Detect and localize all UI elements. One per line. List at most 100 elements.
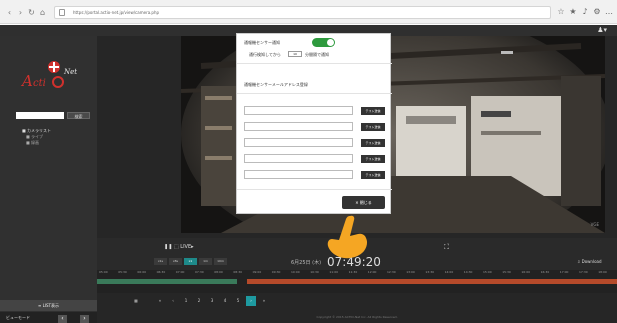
timeline-tick: 17:00: [559, 270, 569, 274]
timeline-tick: 11:00: [329, 270, 339, 274]
timeline-tick: 10:00: [291, 270, 300, 274]
extension-icon[interactable]: ♪: [580, 7, 590, 17]
speed-button[interactable]: x8s: [169, 258, 182, 265]
reload-icon[interactable]: ↻: [27, 8, 36, 17]
timeline-tick: 09:00: [252, 270, 262, 274]
tree-item-recording[interactable]: ■ 録画: [22, 140, 51, 146]
timeline-tick: 08:00: [214, 270, 223, 274]
timeline-tick: 11:30: [348, 270, 358, 274]
timeline-tick: 09:30: [271, 270, 281, 274]
timeline-tick: 16:00: [521, 270, 531, 274]
svg-text:A: A: [20, 72, 33, 90]
page-button[interactable]: 5: [233, 296, 243, 306]
timeline-tick: 06:00: [137, 270, 147, 274]
timeline-tick: 06:30: [156, 270, 166, 274]
grid-icon[interactable]: ▦: [131, 296, 141, 306]
timeline-tick: 13:00: [406, 270, 415, 274]
page-button[interactable]: »: [259, 296, 269, 306]
camera-id-label: VGE: [590, 222, 599, 227]
close-button[interactable]: ✕ 閉じる: [342, 196, 385, 209]
timeline-tick: 05:00: [99, 270, 108, 274]
notification-settings-modal: 通報機センサー通知 通行検知してから 10 分間隔で通知 通報機センサーメールア…: [236, 33, 392, 214]
test-send-button[interactable]: テスト送信: [361, 139, 385, 147]
browser-toolbar: ‹ › ↻ ⌂ https://portal.actio-net.jp/view…: [0, 0, 617, 24]
timeline-tick: 15:30: [502, 270, 511, 274]
timeline-tick: 14:30: [463, 270, 473, 274]
more-icon[interactable]: …: [604, 7, 614, 17]
settings-icon[interactable]: ⚙: [592, 7, 602, 17]
modal-title: 通報機センサー通知: [244, 40, 280, 45]
bookmark-icon[interactable]: ☆: [556, 7, 566, 17]
lock-icon: [59, 9, 65, 16]
timeline-tick: 05:30: [118, 270, 127, 274]
next-icon[interactable]: ›: [80, 315, 89, 323]
timeline-tick: 17:30: [579, 270, 588, 274]
speed-button-active[interactable]: x1: [184, 258, 197, 265]
play-pause-live[interactable]: ❚❚ ⬚ LIVE▸: [164, 244, 194, 250]
speed-button[interactable]: 1m: [199, 258, 212, 265]
timeline-tick: 07:30: [195, 270, 204, 274]
email-field-1[interactable]: [244, 106, 353, 115]
delay-select[interactable]: 10: [288, 51, 302, 57]
toggle-knob: [327, 39, 334, 46]
email-field-2[interactable]: [244, 122, 353, 131]
svg-text:cti: cti: [33, 78, 46, 89]
search-button[interactable]: 検索: [67, 112, 90, 119]
sidebar: A cti Net 検索 ■ カメラリスト ■ ライブ ■ 録画 ≡ LIST表…: [0, 36, 97, 323]
timeline-ticks: 05:00 05:30 06:00 06:30 07:00 07:30 08:00 08:30…: [97, 270, 617, 276]
email-field-3[interactable]: [244, 138, 353, 147]
timeline-tick: 15:00: [483, 270, 492, 274]
page-button[interactable]: 2: [194, 296, 204, 306]
pointing-hand-icon: [327, 215, 368, 259]
camera-tree: ■ カメラリスト ■ ライブ ■ 録画: [22, 128, 51, 146]
divider: [237, 63, 392, 64]
test-send-button[interactable]: テスト送信: [361, 171, 385, 179]
test-send-button[interactable]: テスト送信: [361, 107, 385, 115]
divider: [237, 189, 392, 190]
speed-button[interactable]: x1s: [154, 258, 167, 265]
divider: [237, 93, 392, 94]
camera-search-input[interactable]: [16, 112, 64, 119]
timeline-recorded-green: [97, 279, 237, 284]
user-menu-icon[interactable]: ♟▾: [597, 26, 607, 34]
email-field-5[interactable]: [244, 170, 353, 179]
download-button[interactable]: ⇩ Download: [577, 259, 602, 264]
email-field-4[interactable]: [244, 154, 353, 163]
actio-net-logo: A cti Net: [20, 61, 77, 90]
timeline-tick: 14:00: [444, 270, 454, 274]
page-button[interactable]: ‹: [168, 296, 178, 306]
timeline-tick: 16:30: [540, 270, 550, 274]
address-bar[interactable]: https://portal.actio-net.jp/view/camera.…: [54, 6, 551, 19]
timeline-tick: 12:30: [387, 270, 396, 274]
timeline-tick: 12:00: [367, 270, 377, 274]
test-send-button[interactable]: テスト送信: [361, 123, 385, 131]
email-section-title: 通報機センサーメールアドレス登録: [244, 82, 308, 87]
notification-toggle[interactable]: [312, 38, 335, 47]
timeline-tick: 13:30: [425, 270, 435, 274]
favorites-icon[interactable]: ★: [568, 7, 578, 17]
timeline-tick: 10:30: [310, 270, 319, 274]
forward-icon[interactable]: ›: [16, 8, 25, 17]
home-icon[interactable]: ⌂: [38, 8, 47, 17]
timeline-tick: 08:30: [233, 270, 243, 274]
pagination: ▦ «‹ 1 2 3 4 5 ›»: [131, 296, 481, 307]
timeline[interactable]: 05:00 05:30 06:00 06:30 07:00 07:30 08:00 08:30…: [97, 270, 617, 293]
test-send-button[interactable]: テスト送信: [361, 155, 385, 163]
timeline-recorded-red: [247, 279, 617, 284]
page-button[interactable]: 3: [207, 296, 217, 306]
prev-icon[interactable]: ‹: [58, 315, 67, 323]
playback-date: 6月25日 (木): [291, 260, 322, 266]
page-button[interactable]: 1: [181, 296, 191, 306]
timeline-tick: 18:00: [598, 270, 607, 274]
timeline-tick: 07:00: [175, 270, 185, 274]
back-icon[interactable]: ‹: [5, 8, 14, 17]
footer-copyright: Copyright © 2015 ACTIO-Net Inc. All Righ…: [316, 315, 398, 319]
page-button[interactable]: ›: [246, 296, 256, 306]
delay-label-pre: 通行検知してから: [249, 52, 281, 57]
page-button[interactable]: «: [155, 296, 165, 306]
page-button[interactable]: 4: [220, 296, 230, 306]
fullscreen-icon[interactable]: ⛶: [444, 243, 449, 252]
url-text: https://portal.actio-net.jp/view/camera.…: [73, 10, 160, 15]
list-view-button[interactable]: ≡ LIST表示: [0, 300, 97, 311]
speed-button[interactable]: 10m: [214, 258, 227, 265]
